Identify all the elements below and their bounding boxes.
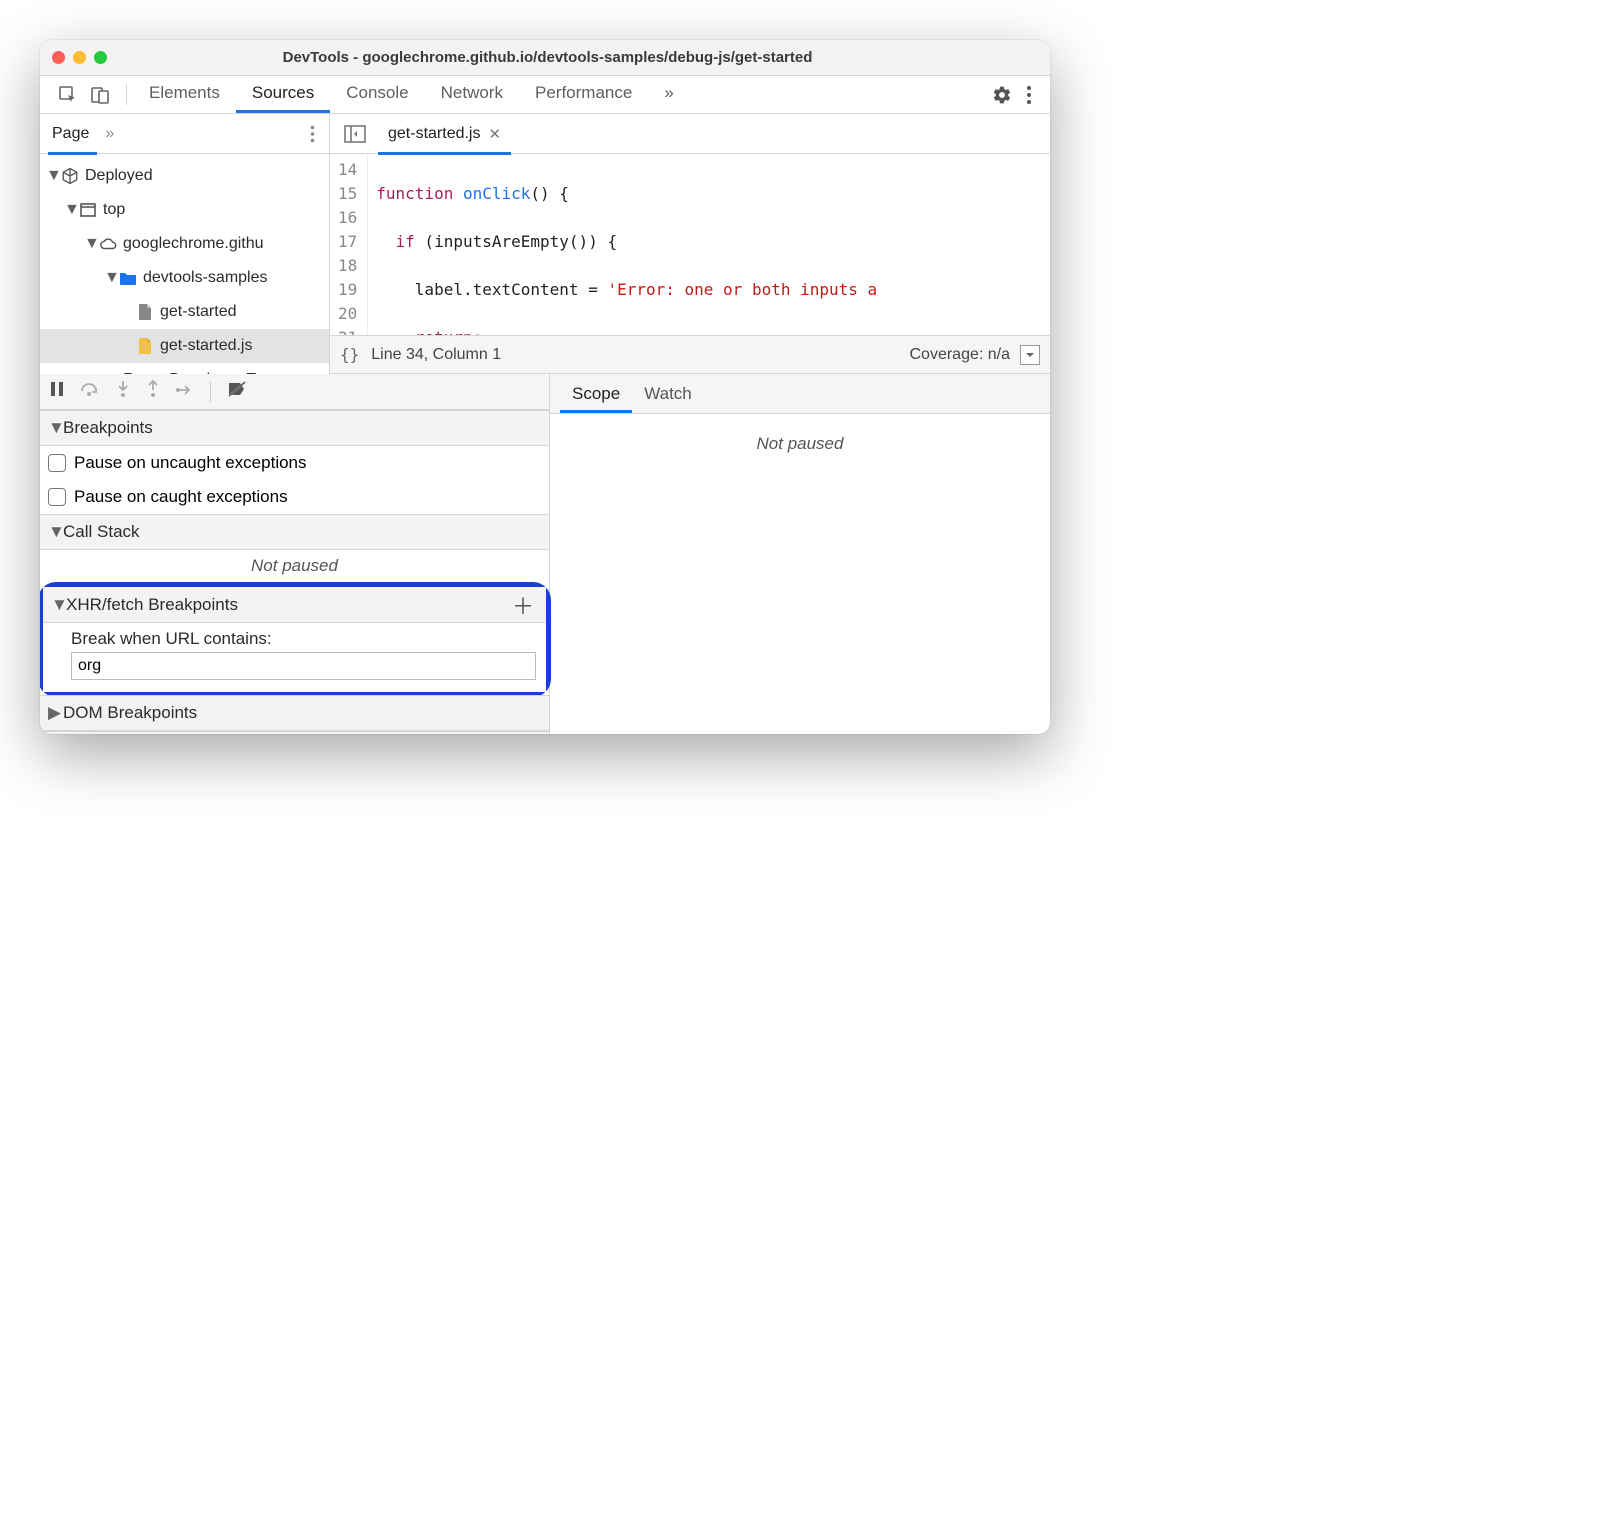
- xhr-highlight: ▼XHR/fetch Breakpoints ＋ Break when URL …: [40, 582, 551, 697]
- tree-file-html[interactable]: get-started: [40, 295, 329, 329]
- cloud-icon: [99, 235, 117, 253]
- frame-icon: [79, 201, 97, 219]
- tree-domain[interactable]: ▼ googlechrome.githu: [40, 227, 329, 261]
- folder-icon: [119, 269, 137, 287]
- tab-watch[interactable]: Watch: [632, 377, 704, 413]
- step-into-icon[interactable]: [116, 380, 130, 403]
- debugger-toolbar: [40, 374, 549, 410]
- section-dom-breakpoints[interactable]: ▶DOM Breakpoints: [40, 695, 549, 731]
- minimize-window-button[interactable]: [73, 51, 86, 64]
- maximize-window-button[interactable]: [94, 51, 107, 64]
- tab-console[interactable]: Console: [330, 76, 424, 113]
- section-breakpoints[interactable]: ▼Breakpoints: [40, 410, 549, 446]
- pause-uncaught-row[interactable]: Pause on uncaught exceptions: [40, 446, 549, 480]
- step-icon[interactable]: [176, 382, 194, 402]
- tree-react-ext[interactable]: ▶ React Developer To: [40, 363, 329, 374]
- code-editor[interactable]: 141516171819202122 function onClick() { …: [330, 154, 1050, 335]
- xhr-input-label: Break when URL contains:: [71, 629, 536, 649]
- more-tabs[interactable]: »: [648, 76, 689, 113]
- navigator-header: Page »: [40, 114, 329, 154]
- tree-folder[interactable]: ▼ devtools-samples: [40, 261, 329, 295]
- devtools-window: DevTools - googlechrome.github.io/devtoo…: [40, 40, 1050, 734]
- tab-elements[interactable]: Elements: [133, 76, 236, 113]
- titlebar: DevTools - googlechrome.github.io/devtoo…: [40, 40, 1050, 76]
- scope-tabs: Scope Watch: [550, 374, 1050, 414]
- traffic-lights: [52, 51, 107, 64]
- tab-performance[interactable]: Performance: [519, 76, 648, 113]
- tab-network[interactable]: Network: [425, 76, 519, 113]
- coverage-label: Coverage: n/a: [909, 346, 1010, 364]
- editor-tab[interactable]: get-started.js ✕: [378, 116, 511, 155]
- editor-footer: {} Line 34, Column 1 Coverage: n/a: [330, 335, 1050, 373]
- scope-not-paused: Not paused: [550, 414, 1050, 734]
- inspect-icon[interactable]: [58, 85, 78, 105]
- tree-file-js[interactable]: get-started.js: [40, 329, 329, 363]
- navigator-more[interactable]: »: [105, 125, 114, 143]
- editor-header: get-started.js ✕: [330, 114, 1050, 154]
- pause-icon[interactable]: [50, 381, 64, 402]
- file-tree: ▼ Deployed ▼ top ▼ googlechrome.githu ▼: [40, 154, 329, 374]
- callstack-not-paused: Not paused: [40, 550, 549, 584]
- js-file-icon: [136, 337, 154, 355]
- step-over-icon[interactable]: [80, 381, 100, 402]
- navigator-tab-page[interactable]: Page: [48, 116, 97, 155]
- tree-deployed[interactable]: ▼ Deployed: [40, 159, 329, 193]
- xhr-url-input[interactable]: [71, 652, 536, 680]
- line-gutter: 141516171819202122: [330, 154, 368, 335]
- step-out-icon[interactable]: [146, 380, 160, 403]
- checkbox[interactable]: [48, 454, 66, 472]
- gear-icon[interactable]: [992, 85, 1012, 105]
- device-toggle-icon[interactable]: [90, 85, 110, 105]
- section-call-stack[interactable]: ▼Call Stack: [40, 514, 549, 550]
- tab-sources[interactable]: Sources: [236, 76, 330, 113]
- deactivate-breakpoints-icon[interactable]: [227, 380, 247, 403]
- tab-scope[interactable]: Scope: [560, 377, 632, 413]
- section-global-listeners[interactable]: ▶Global Listeners: [40, 731, 549, 734]
- kebab-icon[interactable]: [1026, 85, 1032, 105]
- debugger-panel: ▼Breakpoints Pause on uncaught exception…: [40, 374, 550, 734]
- toggle-navigator-icon[interactable]: [338, 125, 372, 143]
- file-icon: [136, 303, 154, 321]
- checkbox[interactable]: [48, 488, 66, 506]
- main-tabs: Elements Sources Console Network Perform…: [133, 76, 690, 113]
- close-tab-icon[interactable]: ✕: [488, 125, 501, 143]
- scope-panel: Scope Watch Not paused: [550, 374, 1050, 734]
- box-icon: [61, 167, 79, 185]
- navigator-kebab-icon[interactable]: [304, 125, 321, 143]
- close-window-button[interactable]: [52, 51, 65, 64]
- main-tabs-row: Elements Sources Console Network Perform…: [40, 76, 1050, 114]
- show-details-icon[interactable]: [1020, 345, 1040, 365]
- section-xhr-breakpoints[interactable]: ▼XHR/fetch Breakpoints ＋: [43, 587, 546, 623]
- code-content: function onClick() { if (inputsAreEmpty(…: [368, 154, 885, 335]
- add-xhr-breakpoint-icon[interactable]: ＋: [512, 589, 538, 621]
- tree-top[interactable]: ▼ top: [40, 193, 329, 227]
- window-title: DevTools - googlechrome.github.io/devtoo…: [107, 49, 1038, 66]
- pause-caught-row[interactable]: Pause on caught exceptions: [40, 480, 549, 514]
- cursor-position: Line 34, Column 1: [371, 346, 501, 364]
- pretty-print-icon[interactable]: {}: [340, 345, 359, 364]
